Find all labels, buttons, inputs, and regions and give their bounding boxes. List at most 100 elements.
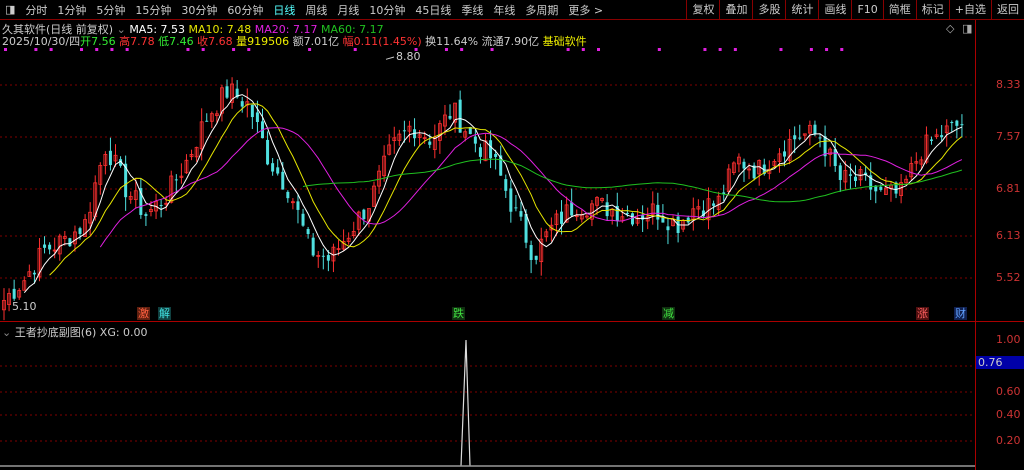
signal-dot: [597, 48, 601, 51]
high: 高7.78: [119, 35, 155, 48]
sub-tick: 0.20: [996, 434, 1021, 447]
turnover: 换11.64%: [425, 35, 479, 48]
period-tab[interactable]: 60分钟: [222, 2, 268, 18]
signal-tag: 减: [662, 307, 675, 320]
price-tick: 6.81: [996, 182, 1021, 195]
period-tab[interactable]: 月线: [332, 2, 364, 18]
panel-toggle-icon[interactable]: ◨: [0, 3, 20, 16]
open: 开7.56: [80, 35, 116, 48]
period-tab[interactable]: 多周期: [520, 2, 563, 18]
sub-tick: 1.00: [996, 333, 1021, 346]
signal-dot: [779, 48, 783, 51]
candle-body: [255, 112, 259, 123]
signal-dot: [703, 48, 707, 51]
float: 流通7.90亿: [481, 35, 540, 48]
candle-body: [281, 171, 285, 190]
quote-line: 2025/10/30/四开7.56 高7.78 低7.46 收7.68 量919…: [2, 33, 587, 49]
toolbar-button[interactable]: 复权: [686, 0, 719, 20]
price-tick: 6.13: [996, 229, 1021, 242]
max-pointer: [385, 56, 395, 60]
candle-body: [656, 204, 660, 220]
candle-body: [301, 213, 305, 226]
candle-body: [494, 154, 498, 157]
toolbar-button[interactable]: 返回: [991, 0, 1024, 20]
candle-body: [955, 120, 959, 126]
ma20-line: [99, 127, 963, 248]
candle-body: [478, 147, 482, 157]
signal-dot: [809, 48, 813, 51]
candle-body: [266, 139, 270, 165]
candle-body: [174, 179, 178, 181]
candle-body: [225, 86, 229, 98]
candle-body: [742, 161, 746, 169]
period-tab[interactable]: 5分钟: [91, 2, 130, 18]
period-tab[interactable]: 季线: [456, 2, 488, 18]
candle-body: [661, 217, 665, 223]
candle-body: [296, 201, 300, 210]
period-tab[interactable]: 10分钟: [364, 2, 410, 18]
period-tab[interactable]: 30分钟: [176, 2, 222, 18]
candle-body: [813, 124, 817, 135]
sector[interactable]: 基础软件: [543, 35, 587, 48]
candle-body: [68, 238, 72, 247]
candle-body: [630, 213, 634, 225]
toolbar-button[interactable]: 统计: [785, 0, 818, 20]
low: 低7.46: [158, 35, 194, 48]
toolbar-button[interactable]: 叠加: [719, 0, 752, 20]
candle-body: [879, 186, 883, 190]
candle-body: [362, 209, 366, 220]
candle-body: [159, 205, 163, 207]
candle-body: [321, 255, 325, 257]
sidebar-toggle-icon[interactable]: ◨: [962, 22, 972, 35]
candle-body: [818, 137, 822, 139]
candle-body: [286, 191, 290, 199]
period-tab[interactable]: 15分钟: [130, 2, 176, 18]
signal-dot: [733, 48, 737, 51]
period-tab[interactable]: 年线: [488, 2, 520, 18]
candle-body: [276, 167, 280, 174]
signal-dot: [840, 48, 844, 51]
toolbar-button[interactable]: +自选: [948, 0, 991, 20]
candle-body: [838, 165, 842, 181]
max-price-label: 8.80: [396, 50, 421, 63]
sub-chart-label: 王者抄底副图(6) XG: 0.00: [14, 326, 148, 339]
period-tab[interactable]: 日线: [268, 2, 300, 18]
period-tab[interactable]: 45日线: [410, 2, 456, 18]
candle-body: [625, 212, 629, 214]
candle-body: [783, 151, 787, 157]
toolbar-button[interactable]: 多股: [752, 0, 785, 20]
signal-tag: 涨: [916, 307, 929, 320]
toolbar-button[interactable]: 简框: [882, 0, 916, 20]
sub-chart-title[interactable]: ⌄ 王者抄底副图(6) XG: 0.00: [2, 324, 148, 340]
candle-body: [12, 288, 16, 299]
diamond-icon[interactable]: ◇: [946, 22, 954, 35]
period-tab[interactable]: 分时: [20, 2, 52, 18]
toolbar-button[interactable]: 标记: [915, 0, 949, 20]
period-tab[interactable]: 周线: [300, 2, 332, 18]
signal-tag: 财: [954, 307, 967, 320]
period-tab[interactable]: 更多 >: [563, 2, 608, 18]
candle-body: [560, 211, 564, 224]
toolbar-button[interactable]: 画线: [818, 0, 851, 20]
candle-body: [271, 163, 275, 172]
candle-body: [144, 214, 148, 216]
toolbar-button[interactable]: F10: [851, 0, 882, 20]
candle-body: [798, 137, 802, 139]
candle-body: [250, 104, 254, 118]
candle-body: [32, 272, 36, 275]
candle-body: [448, 115, 452, 119]
kline-chart[interactable]: 8.80 5.10: [0, 0, 1024, 470]
candle-body: [306, 229, 310, 235]
candle-body: [529, 245, 533, 260]
candle-body: [78, 228, 82, 234]
candle-body: [570, 202, 574, 216]
amount: 额7.01亿: [292, 35, 340, 48]
candle-body: [940, 135, 944, 138]
candle-body: [823, 136, 827, 157]
price-tick: 7.57: [996, 130, 1021, 143]
candle-body: [930, 139, 934, 141]
period-tab[interactable]: 1分钟: [52, 2, 91, 18]
signal-dot: [718, 48, 722, 51]
candle-body: [833, 149, 837, 167]
cursor-value: 0.76: [976, 356, 1024, 369]
